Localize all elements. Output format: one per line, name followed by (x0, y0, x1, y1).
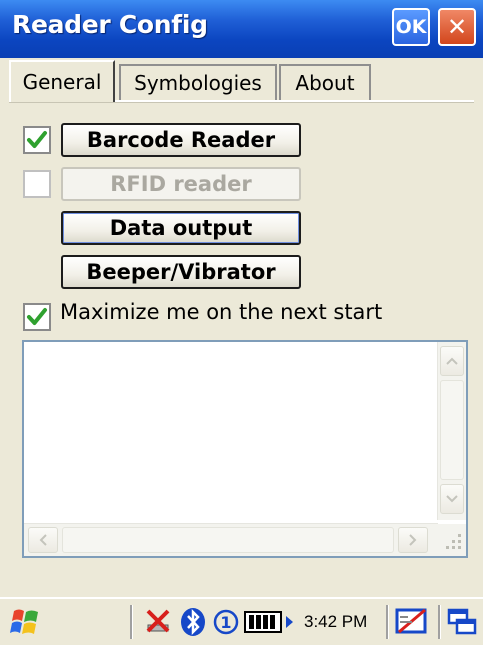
data-output-button[interactable]: Data output (61, 211, 301, 245)
switch-windows-icon[interactable] (447, 607, 479, 637)
rfid-reader-checkbox[interactable] (23, 170, 51, 198)
beeper-vibrator-button[interactable]: Beeper/Vibrator (61, 255, 301, 289)
grip-icon (446, 534, 461, 549)
chevron-down-icon (446, 495, 458, 503)
vertical-scroll-thumb[interactable] (440, 380, 464, 480)
tab-general[interactable]: General (9, 60, 115, 102)
window-title: Reader Config (12, 10, 208, 39)
display-off-icon[interactable] (394, 607, 430, 637)
scroll-up-button[interactable] (440, 346, 464, 376)
checkmark-icon (27, 131, 47, 148)
vertical-scrollbar[interactable] (437, 342, 466, 520)
horizontal-scrollbar[interactable] (24, 523, 438, 556)
chevron-right-icon (409, 534, 417, 546)
maximize-checkbox[interactable] (23, 303, 51, 331)
barcode-reader-checkbox[interactable] (23, 126, 51, 154)
taskbar: 1 3:42 PM (0, 597, 483, 645)
scroll-left-button[interactable] (28, 527, 58, 553)
scroll-down-button[interactable] (440, 484, 464, 514)
maximize-label[interactable]: Maximize me on the next start (60, 300, 382, 324)
resize-grip[interactable] (438, 524, 466, 556)
network-icon[interactable] (142, 607, 174, 637)
windows-start-icon[interactable] (8, 605, 44, 639)
log-textarea[interactable] (22, 340, 468, 558)
clock[interactable]: 3:42 PM (304, 612, 367, 632)
scroll-right-button[interactable] (398, 527, 428, 553)
close-button[interactable]: ✕ (438, 8, 476, 46)
ok-button[interactable]: OK (392, 8, 430, 46)
battery-icon[interactable] (244, 610, 294, 634)
info-icon[interactable]: 1 (212, 607, 240, 637)
bluetooth-icon[interactable] (178, 606, 208, 638)
horizontal-scroll-thumb[interactable] (62, 527, 394, 553)
rfid-reader-button[interactable]: RFID reader (61, 167, 301, 201)
chevron-up-icon (446, 357, 458, 365)
checkmark-icon (27, 308, 47, 325)
svg-text:1: 1 (220, 613, 231, 632)
chevron-left-icon (39, 534, 47, 546)
tab-symbologies[interactable]: Symbologies (119, 64, 277, 100)
tab-about[interactable]: About (279, 64, 371, 100)
title-bar: Reader Config OK ✕ (0, 0, 483, 58)
barcode-reader-button[interactable]: Barcode Reader (61, 123, 301, 157)
